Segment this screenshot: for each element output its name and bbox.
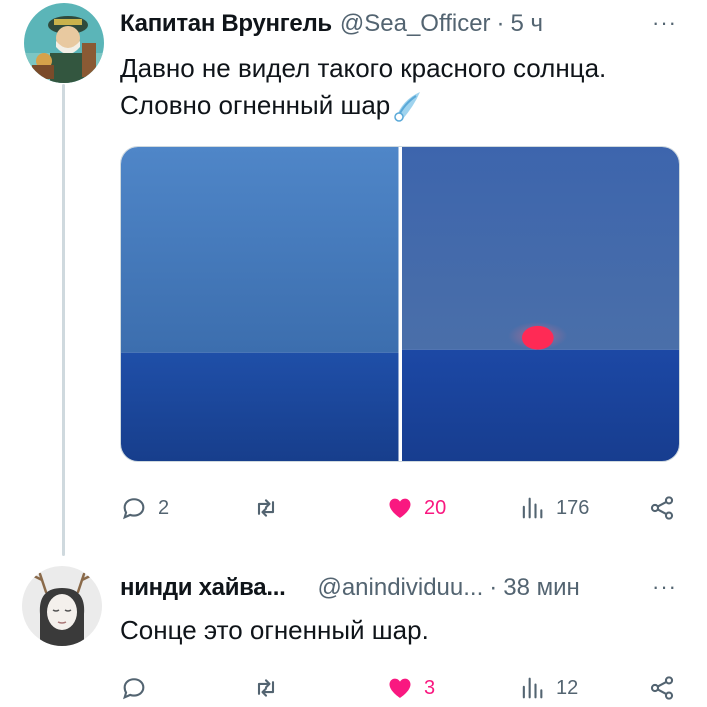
reply-more-options-button[interactable]: ··· (652, 574, 677, 600)
red-sun-image (401, 147, 679, 461)
reply-share-button[interactable] (648, 668, 676, 707)
retweet-button[interactable] (252, 488, 290, 528)
reply-actions: 3 12 (120, 668, 680, 707)
tweet-text-line-1: Давно не видел такого красного солнца. (120, 53, 607, 83)
tweet-text: Давно не видел такого красного солнца. С… (120, 50, 606, 124)
reply-retweet-button[interactable] (252, 668, 290, 707)
author-handle[interactable]: @Sea_Officer (340, 10, 491, 38)
reply-count: 2 (158, 496, 170, 519)
share-icon (650, 676, 674, 700)
reply-author-handle[interactable]: @anindividuu... (317, 574, 483, 602)
views-chart-icon (522, 497, 543, 519)
reply-reply-button[interactable] (120, 668, 158, 707)
photo-right[interactable] (401, 147, 679, 461)
reply-author-name[interactable]: нинди хайва... (120, 574, 286, 602)
retweet-icon (257, 679, 275, 697)
captain-avatar-image (24, 3, 104, 83)
retweet-icon (257, 499, 275, 517)
reply-separator-dot: · (489, 574, 498, 601)
views-chart-icon (522, 677, 543, 699)
photo-left[interactable] (121, 147, 399, 461)
like-button[interactable]: 20 (386, 488, 446, 528)
reply-timestamp[interactable]: 38 мин (503, 574, 580, 602)
reply-header: нинди хайва... @anindividuu... · 38 мин (120, 574, 580, 602)
share-icon (650, 496, 674, 520)
reply-icon (123, 498, 145, 520)
deer-girl-avatar-image (22, 566, 102, 646)
like-count: 20 (424, 496, 447, 519)
separator-dot: · (496, 10, 505, 37)
sea-horizon-image (121, 147, 399, 461)
reply-avatar[interactable] (22, 566, 102, 646)
heart-filled-icon (389, 498, 411, 518)
avatar[interactable] (24, 3, 104, 83)
tweet-text-line-2: Словно огненный шар (120, 90, 391, 120)
tweet-actions: 2 20 176 (120, 488, 680, 528)
reply-like-count: 3 (424, 676, 436, 699)
reply-like-button[interactable]: 3 (386, 668, 435, 707)
comet-icon (394, 91, 421, 122)
tweet-media[interactable] (120, 146, 680, 462)
reply-button[interactable]: 2 (120, 488, 169, 528)
timestamp[interactable]: 5 ч (511, 10, 544, 38)
tweet-text-line-2-wrap: Словно огненный шар (120, 87, 606, 124)
author-name[interactable]: Капитан Врунгель (120, 10, 332, 38)
reply-views-count: 12 (556, 676, 579, 699)
heart-filled-icon (389, 678, 411, 698)
reply-views-button[interactable]: 12 (518, 668, 578, 707)
tweet-header: Капитан Врунгель @Sea_Officer · 5 ч (120, 10, 543, 38)
reply-icon (123, 678, 145, 700)
share-button[interactable] (648, 488, 676, 528)
thread-connector-line (62, 84, 65, 556)
more-options-button[interactable]: ··· (652, 10, 677, 36)
reply-text: Сонце это огненный шар. (120, 615, 429, 645)
views-button[interactable]: 176 (518, 488, 589, 528)
views-count: 176 (556, 496, 590, 519)
